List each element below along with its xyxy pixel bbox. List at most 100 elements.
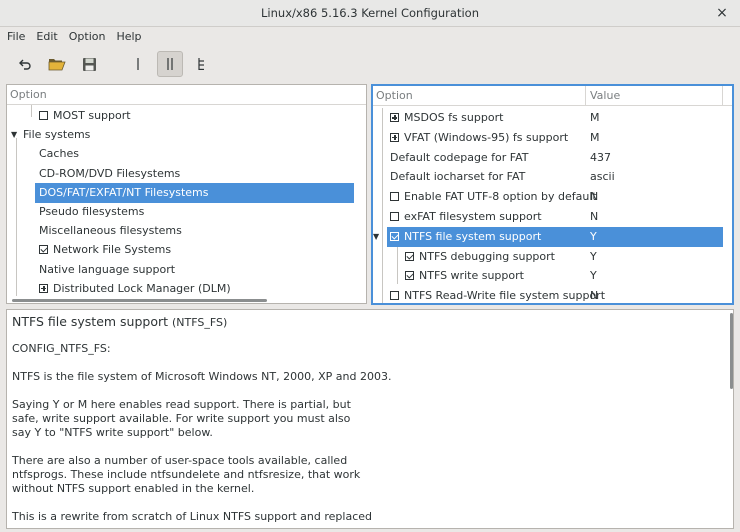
option-label: Default iocharset for FAT — [390, 170, 526, 184]
tree-item-file-systems[interactable]: ▼ File systems — [11, 125, 91, 145]
help-vertical-scrollbar[interactable] — [730, 313, 733, 389]
tree-item-label: CD-ROM/DVD Filesystems — [39, 166, 181, 180]
help-paragraph: This is a rewrite from scratch of Linux … — [12, 510, 373, 523]
option-label: exFAT filesystem support — [404, 210, 542, 223]
unchecked-checkbox-icon[interactable] — [390, 291, 399, 301]
option-row-enable-fat-utf-8-option-by-default[interactable]: Enable FAT UTF-8 option by default N — [390, 187, 726, 207]
tree-guide — [397, 246, 398, 284]
tree-item-label: Native language support — [39, 262, 176, 276]
option-value[interactable]: N — [590, 286, 598, 303]
option-row-ntfs-debugging-support[interactable]: NTFS debugging support Y — [405, 247, 726, 267]
option-value[interactable]: 437 — [590, 148, 611, 168]
tree-guide — [382, 108, 383, 303]
checked-checkbox-icon[interactable] — [405, 251, 414, 261]
column-header-value[interactable]: Value — [590, 89, 620, 102]
help-config-symbol: CONFIG_NTFS_FS: — [12, 342, 111, 355]
option-list-pane[interactable]: Option Value MSDOS fs support M VFAT (Wind… — [371, 84, 734, 305]
split-view-icon — [167, 58, 173, 70]
checked-checkbox-icon[interactable] — [390, 231, 399, 241]
checked-checkbox-icon[interactable] — [39, 245, 48, 255]
undo-button[interactable] — [12, 51, 38, 77]
expand-checkbox-icon[interactable] — [390, 132, 399, 142]
right-pane-header[interactable]: Option Value — [373, 86, 732, 106]
tree-item-label: Pseudo filesystems — [39, 205, 145, 218]
option-label: NTFS write support — [419, 269, 524, 283]
unchecked-checkbox-icon[interactable] — [39, 111, 48, 120]
left-horizontal-scrollbar[interactable] — [12, 299, 267, 302]
option-label: NTFS Read-Write file system support — [404, 289, 606, 303]
option-label: MSDOS fs support — [404, 111, 504, 124]
tree-item-miscellaneous-filesystems[interactable]: Miscellaneous filesystems — [39, 221, 182, 241]
tree-guide — [16, 138, 17, 296]
checked-checkbox-icon[interactable] — [405, 271, 414, 281]
toolbar-separator — [114, 57, 115, 71]
tree-item-pseudo-filesystems[interactable]: Pseudo filesystems — [39, 202, 144, 222]
option-value[interactable]: ascii — [590, 167, 615, 187]
full-view-button[interactable] — [189, 51, 215, 77]
option-value[interactable]: N — [590, 187, 598, 207]
menu-file[interactable]: File — [7, 30, 25, 43]
help-paragraph: Saying Y or M here enables read support.… — [12, 398, 351, 439]
tree-item-network-file-systems[interactable]: Network File Systems — [39, 240, 171, 260]
option-row-exfat-filesystem-support[interactable]: exFAT filesystem support N — [390, 207, 726, 227]
undo-icon — [19, 59, 31, 70]
option-label: VFAT (Windows-95) fs support — [404, 130, 569, 144]
option-row-ntfs-read-write-file-system-support[interactable]: NTFS Read-Write file system support N — [390, 286, 726, 303]
option-row-vfat-windows-95-fs-support[interactable]: VFAT (Windows-95) fs support M — [390, 128, 726, 148]
menu-help[interactable]: Help — [116, 30, 141, 43]
expand-checkbox-icon[interactable] — [39, 283, 48, 293]
open-button[interactable] — [44, 51, 70, 77]
column-header-option[interactable]: Option — [10, 88, 47, 101]
option-value[interactable]: Y — [590, 247, 597, 267]
option-value[interactable]: N — [590, 207, 598, 227]
column-header-option[interactable]: Option — [376, 89, 413, 102]
open-folder-icon — [48, 59, 66, 71]
option-row-default-codepage-for-fat[interactable]: Default codepage for FAT 437 — [390, 148, 726, 168]
tree-item-native-language-support[interactable]: Native language support — [39, 260, 175, 280]
help-text: NTFS file system support (NTFS_FS) CONFI… — [12, 315, 722, 528]
option-row-ntfs-file-system-support[interactable]: ▼ NTFS file system support Y — [373, 226, 723, 247]
full-view-icon — [198, 58, 204, 70]
tree-item-label: Caches — [39, 147, 79, 161]
expander-arrow-icon[interactable]: ▼ — [11, 125, 21, 145]
unchecked-checkbox-icon[interactable] — [390, 212, 399, 221]
split-view-button[interactable] — [157, 51, 183, 77]
expander-arrow-icon[interactable]: ▼ — [373, 227, 383, 247]
option-row-ntfs-write-support[interactable]: NTFS write support Y — [405, 266, 726, 286]
option-row-default-iocharset-for-fat[interactable]: Default iocharset for FAT ascii — [390, 167, 726, 187]
option-row-msdos-fs-support[interactable]: MSDOS fs support M — [390, 108, 726, 128]
column-separator[interactable] — [585, 86, 586, 106]
tree-item-label: Miscellaneous filesystems — [39, 224, 182, 238]
tree-item-label: File systems — [23, 128, 91, 142]
option-label: NTFS debugging support — [419, 249, 555, 263]
option-value[interactable]: M — [590, 128, 600, 148]
save-icon — [82, 57, 96, 71]
menu-bar: File Edit Option Help — [0, 27, 740, 46]
save-button[interactable] — [76, 51, 102, 77]
left-pane-header[interactable]: Option — [7, 85, 366, 105]
single-view-button[interactable] — [125, 51, 151, 77]
option-value[interactable]: Y — [590, 266, 597, 286]
help-pane[interactable]: NTFS file system support (NTFS_FS) CONFI… — [6, 309, 734, 529]
tree-item-caches[interactable]: Caches — [39, 144, 79, 164]
tree-item-dos-fat-exfat-nt-filesystems[interactable]: DOS/FAT/EXFAT/NT Filesystems — [35, 182, 354, 203]
menu-option[interactable]: Option — [69, 30, 106, 43]
toolbar — [0, 47, 740, 81]
tree-item-label: Network File Systems — [53, 243, 172, 257]
menu-tree-pane[interactable]: Option MOST support ▼ File systems Caches CD… — [6, 84, 367, 304]
close-icon[interactable]: × — [714, 5, 730, 21]
menu-edit[interactable]: Edit — [36, 30, 57, 43]
help-paragraph: NTFS is the file system of Microsoft Win… — [12, 370, 392, 383]
expand-checkbox-icon[interactable] — [390, 113, 399, 122]
left-vertical-scrollbar[interactable] — [366, 261, 367, 283]
option-label: Default codepage for FAT — [390, 150, 529, 164]
tree-guide — [31, 105, 32, 117]
single-view-icon — [137, 58, 139, 70]
option-value[interactable]: M — [590, 108, 600, 128]
tree-item-cd-rom-dvd-filesystems[interactable]: CD-ROM/DVD Filesystems — [39, 164, 180, 184]
column-separator[interactable] — [722, 86, 723, 106]
tree-item-distributed-lock-manager-dlm[interactable]: Distributed Lock Manager (DLM) — [39, 279, 231, 299]
tree-item-most-support[interactable]: MOST support — [39, 106, 131, 126]
unchecked-checkbox-icon[interactable] — [390, 192, 399, 202]
option-value[interactable]: Y — [590, 227, 597, 247]
